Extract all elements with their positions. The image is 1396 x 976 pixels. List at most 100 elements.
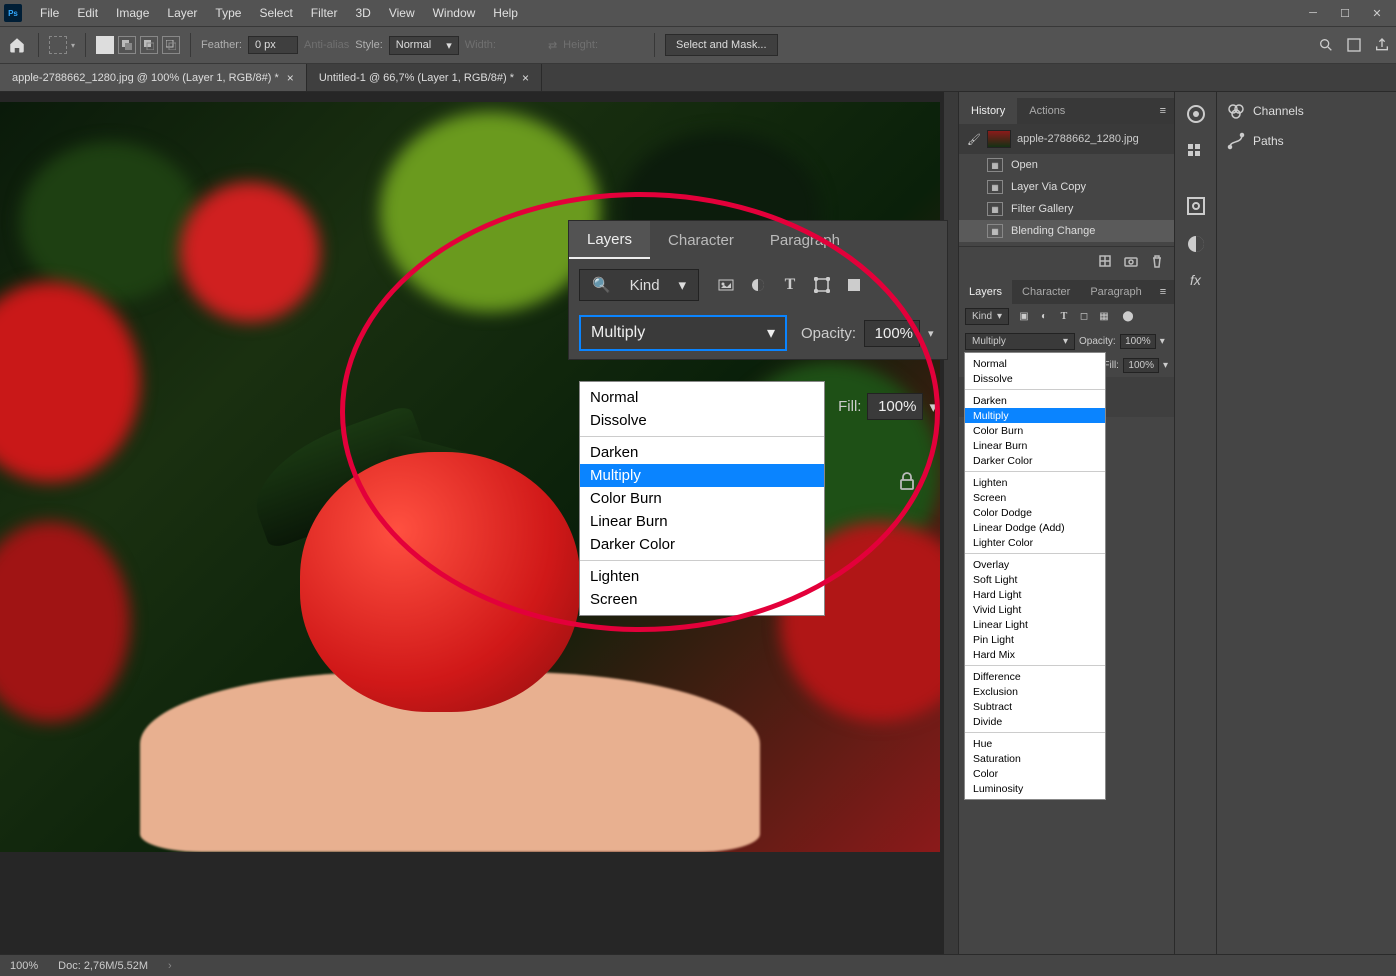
search-icon[interactable]: [1318, 37, 1334, 53]
tab-paragraph[interactable]: Paragraph: [1080, 280, 1151, 304]
blend-option[interactable]: Screen: [965, 490, 1105, 505]
tab-character[interactable]: Character: [1012, 280, 1080, 304]
subtract-selection-icon[interactable]: [140, 36, 158, 54]
menu-3d[interactable]: 3D: [347, 2, 378, 24]
blend-option[interactable]: Pin Light: [965, 632, 1105, 647]
blend-option[interactable]: Normal: [965, 356, 1105, 371]
menu-layer[interactable]: Layer: [159, 2, 205, 24]
fill-input[interactable]: 100%: [1123, 358, 1159, 373]
history-item[interactable]: ▦Open: [959, 154, 1174, 176]
history-item[interactable]: ▦Filter Gallery: [959, 198, 1174, 220]
blend-option[interactable]: Soft Light: [965, 572, 1105, 587]
new-selection-icon[interactable]: [96, 36, 114, 54]
tab-history[interactable]: History: [959, 98, 1017, 124]
blend-option[interactable]: Saturation: [965, 751, 1105, 766]
blend-mode-dropdown[interactable]: Normal Dissolve Darken Multiply Color Bu…: [964, 352, 1106, 800]
blend-option[interactable]: Dissolve: [965, 371, 1105, 386]
blend-option[interactable]: Screen: [580, 588, 824, 611]
blend-option[interactable]: Linear Burn: [580, 510, 824, 533]
zoom-fill-input[interactable]: 100%: [867, 393, 923, 420]
filter-type-icon[interactable]: T: [781, 276, 799, 294]
opacity-input[interactable]: 100%: [1120, 334, 1156, 349]
panel-channels[interactable]: Channels: [1217, 96, 1396, 126]
filter-toggle[interactable]: ⬤: [1121, 310, 1135, 324]
zoom-tab-layers[interactable]: Layers: [569, 221, 650, 259]
zoom-tab-paragraph[interactable]: Paragraph: [752, 221, 858, 259]
blend-option[interactable]: Color Burn: [965, 423, 1105, 438]
blend-option[interactable]: Overlay: [965, 557, 1105, 572]
menu-view[interactable]: View: [381, 2, 423, 24]
panel-paths[interactable]: Paths: [1217, 126, 1396, 156]
menu-type[interactable]: Type: [207, 2, 249, 24]
filter-type-icon[interactable]: T: [1057, 310, 1071, 324]
blend-option[interactable]: Lighten: [580, 565, 824, 588]
style-select[interactable]: Normal ▾: [389, 36, 459, 55]
tab-layers[interactable]: Layers: [959, 280, 1012, 304]
blend-option[interactable]: Darker Color: [580, 533, 824, 556]
share-icon[interactable]: [1374, 37, 1390, 53]
adjustments-icon[interactable]: [1175, 188, 1216, 224]
blend-option[interactable]: Hard Mix: [965, 647, 1105, 662]
status-arrow-icon[interactable]: ›: [168, 960, 172, 972]
zoom-level[interactable]: 100%: [10, 960, 38, 972]
blend-option[interactable]: Linear Burn: [965, 438, 1105, 453]
blend-option[interactable]: Color Dodge: [965, 505, 1105, 520]
filter-pixel-icon[interactable]: ▣: [1017, 310, 1031, 324]
layer-filter-select[interactable]: Kind▾: [965, 308, 1009, 325]
blend-option[interactable]: Color: [965, 766, 1105, 781]
blend-option[interactable]: Darken: [965, 393, 1105, 408]
fx-icon[interactable]: fx: [1175, 264, 1216, 296]
filter-pixel-icon[interactable]: [717, 276, 735, 294]
select-and-mask-button[interactable]: Select and Mask...: [665, 34, 778, 56]
history-item[interactable]: ▦Layer Via Copy: [959, 176, 1174, 198]
blend-option[interactable]: Difference: [965, 669, 1105, 684]
filter-adjust-icon[interactable]: [749, 276, 767, 294]
tab-actions[interactable]: Actions: [1017, 98, 1077, 124]
filter-shape-icon[interactable]: ◻: [1077, 310, 1091, 324]
add-selection-icon[interactable]: [118, 36, 136, 54]
blend-option-selected[interactable]: Multiply: [965, 408, 1105, 423]
blend-option[interactable]: Luminosity: [965, 781, 1105, 796]
menu-edit[interactable]: Edit: [69, 2, 106, 24]
blend-option[interactable]: Darker Color: [965, 453, 1105, 468]
document-tab-2[interactable]: Untitled-1 @ 66,7% (Layer 1, RGB/8#) *×: [307, 64, 542, 91]
blend-option[interactable]: Lighter Color: [965, 535, 1105, 550]
blend-option[interactable]: Dissolve: [580, 409, 824, 432]
canvas-area[interactable]: Layers Character Paragraph 🔍Kind▾ T: [0, 92, 958, 954]
document-tab-1[interactable]: apple-2788662_1280.jpg @ 100% (Layer 1, …: [0, 64, 307, 91]
filter-smart-icon[interactable]: [845, 276, 863, 294]
zoom-filter-select[interactable]: 🔍Kind▾: [579, 269, 699, 301]
close-button[interactable]: ✕: [1362, 3, 1392, 23]
blend-option[interactable]: Hue: [965, 736, 1105, 751]
menu-file[interactable]: File: [32, 2, 67, 24]
styles-icon[interactable]: [1175, 226, 1216, 262]
menu-window[interactable]: Window: [425, 2, 484, 24]
minimize-button[interactable]: ─: [1298, 3, 1328, 23]
panel-menu-icon[interactable]: ≡: [1152, 280, 1174, 304]
close-tab-icon[interactable]: ×: [287, 71, 294, 85]
blend-option[interactable]: Color Burn: [580, 487, 824, 510]
snapshot-icon[interactable]: [1124, 254, 1138, 268]
doc-size[interactable]: Doc: 2,76M/5.52M: [58, 960, 148, 972]
swatches-icon[interactable]: [1175, 134, 1216, 170]
blend-option[interactable]: Hard Light: [965, 587, 1105, 602]
menu-select[interactable]: Select: [251, 2, 300, 24]
menu-help[interactable]: Help: [485, 2, 526, 24]
color-icon[interactable]: [1175, 96, 1216, 132]
menu-image[interactable]: Image: [108, 2, 157, 24]
history-source[interactable]: 🖌 apple-2788662_1280.jpg: [959, 124, 1174, 154]
blend-option[interactable]: Divide: [965, 714, 1105, 729]
blend-option[interactable]: Lighten: [965, 475, 1105, 490]
delete-icon[interactable]: [1150, 254, 1164, 268]
zoom-blend-mode-select[interactable]: Multiply▾: [579, 315, 787, 351]
blend-option[interactable]: Vivid Light: [965, 602, 1105, 617]
history-item-selected[interactable]: ▦Blending Change: [959, 220, 1174, 242]
menu-filter[interactable]: Filter: [303, 2, 346, 24]
filter-shape-icon[interactable]: [813, 276, 831, 294]
filter-smart-icon[interactable]: ▦: [1097, 310, 1111, 324]
zoom-opacity-input[interactable]: 100%: [864, 320, 920, 347]
blend-option[interactable]: Linear Dodge (Add): [965, 520, 1105, 535]
blend-option[interactable]: Exclusion: [965, 684, 1105, 699]
arrange-docs-icon[interactable]: [1346, 37, 1362, 53]
feather-input[interactable]: 0 px: [248, 36, 298, 54]
